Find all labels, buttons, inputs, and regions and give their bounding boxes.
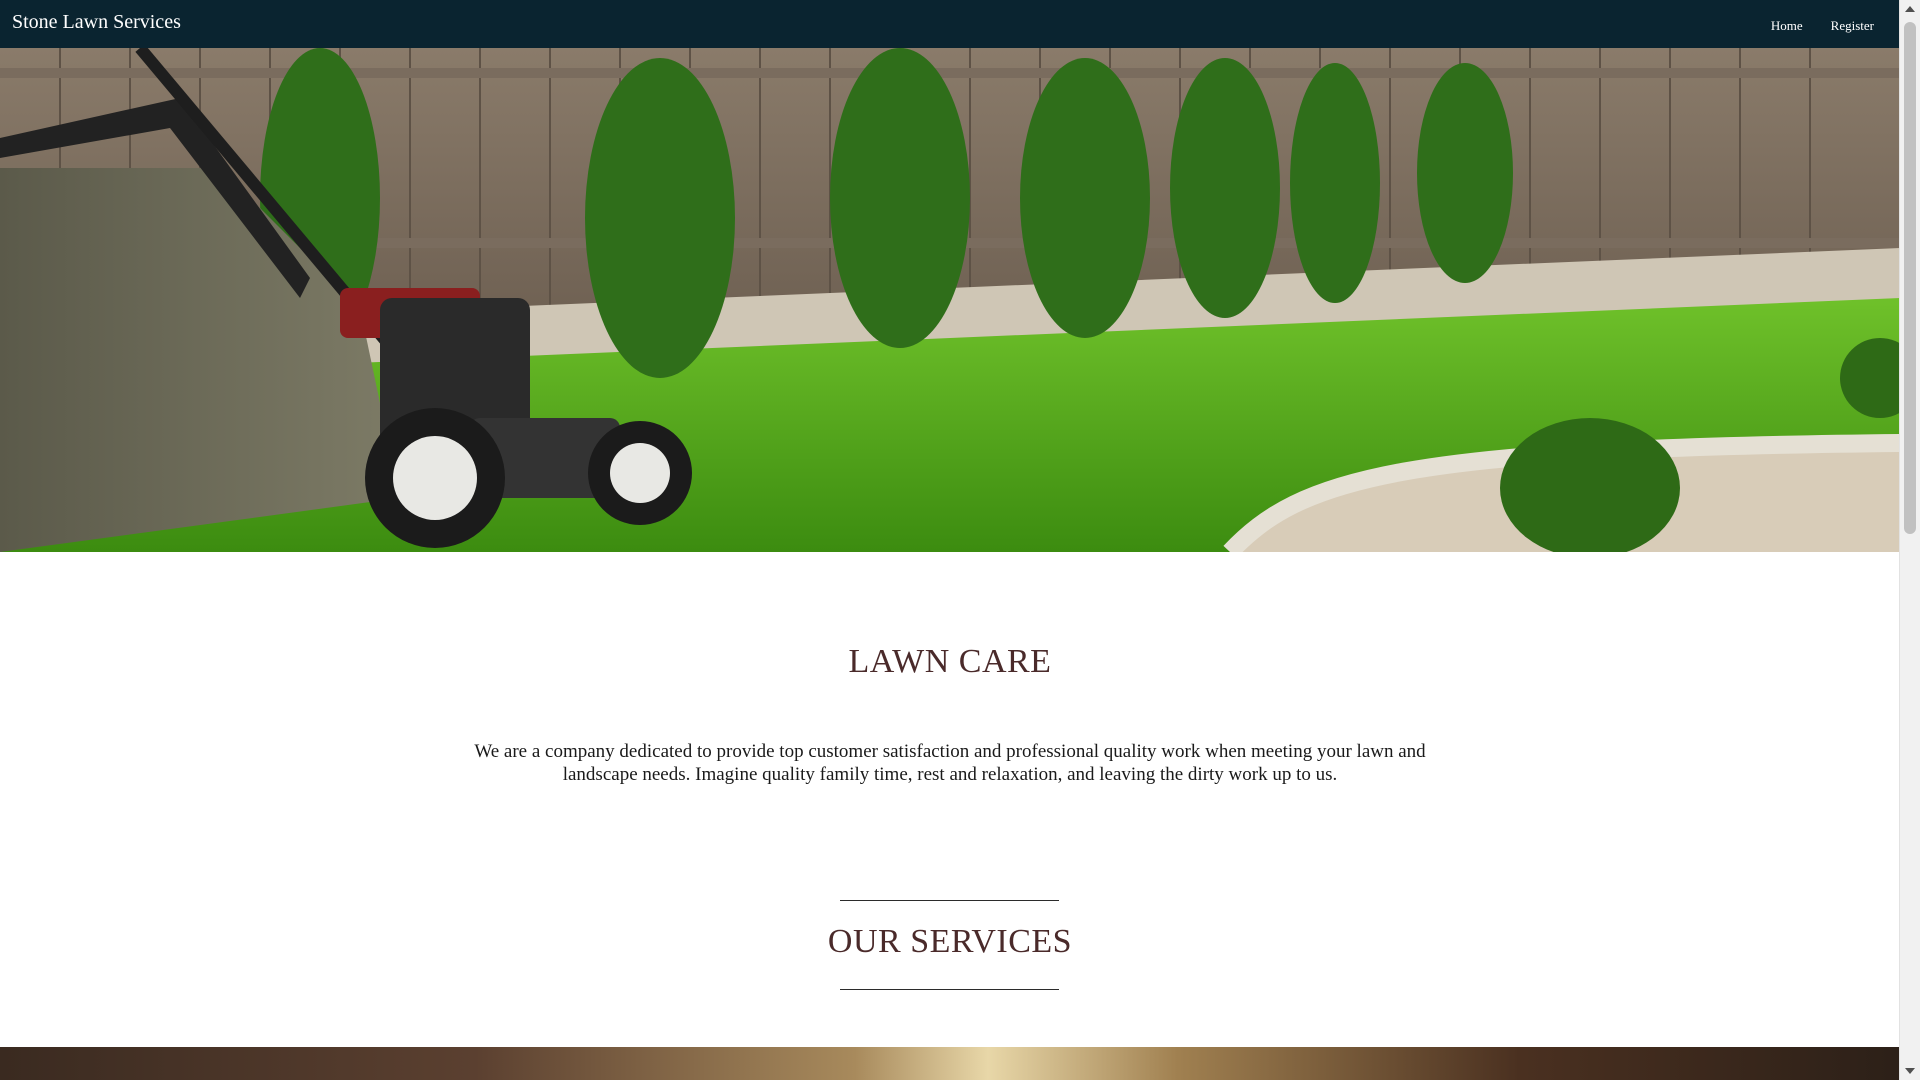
services-background-image	[0, 1047, 1900, 1080]
brand-link[interactable]: Stone Lawn Services	[12, 11, 181, 34]
top-navbar: Stone Lawn Services Home Register	[0, 0, 1900, 48]
lawn-care-heading: LAWN CARE	[848, 643, 1052, 680]
hero-image	[0, 48, 1900, 552]
our-services-heading: OUR SERVICES	[827, 923, 1073, 960]
nav-register-link[interactable]: Register	[1831, 18, 1874, 34]
intro-paragraph: We are a company dedicated to provide to…	[474, 741, 1426, 785]
scroll-up-arrow-icon[interactable]	[1905, 6, 1915, 12]
scroll-down-arrow-icon[interactable]	[1905, 1068, 1915, 1074]
scroll-thumb[interactable]	[1904, 22, 1916, 534]
hero-lawn-illustration	[0, 48, 1900, 552]
services-top-divider	[840, 900, 1059, 901]
nav-links: Home Register	[1771, 18, 1874, 34]
services-bottom-divider	[840, 989, 1059, 990]
nav-home-link[interactable]: Home	[1771, 18, 1803, 34]
vertical-scrollbar[interactable]	[1899, 0, 1920, 1080]
page: Stone Lawn Services Home Register LAWN C…	[0, 0, 1900, 1080]
